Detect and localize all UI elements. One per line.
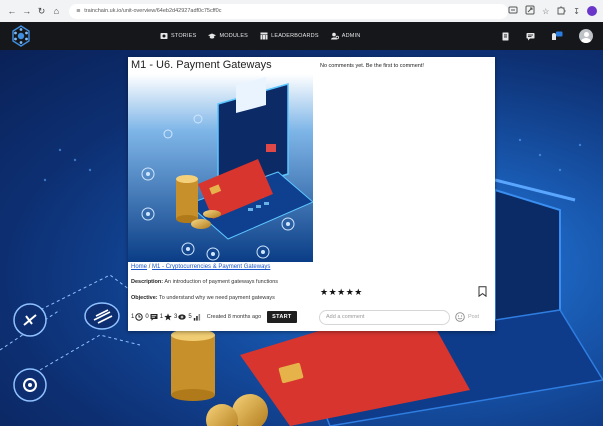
back-icon[interactable]: ← xyxy=(6,5,18,17)
ratings-stat: 1 xyxy=(160,313,172,321)
nav-stories[interactable]: STORIES xyxy=(160,32,196,40)
unit-stats: 1 0 1 3 5 Created 8 months ago START xyxy=(131,310,297,324)
unit-overview-modal: M1 - U6. Payment Gateways Home / M1 - Cr… xyxy=(128,57,495,331)
admin-icon xyxy=(330,32,339,40)
unit-hero-image xyxy=(128,74,313,262)
start-button[interactable]: START xyxy=(267,311,297,323)
app-header: STORIES MODULES LEADERBOARDS ADMIN xyxy=(0,22,603,50)
comments-panel: No comments yet. Be the first to comment… xyxy=(313,57,495,331)
bookmark-icon[interactable] xyxy=(478,286,487,297)
stories-icon xyxy=(160,33,168,39)
share-icon[interactable] xyxy=(525,5,535,17)
url-text: trainchain.uk.io/unit-overview/64eb2d429… xyxy=(84,8,222,14)
home-icon[interactable]: ⌂ xyxy=(50,5,62,17)
comment-input[interactable] xyxy=(319,309,450,325)
bookmark-star-icon[interactable]: ☆ xyxy=(542,7,549,16)
star-rating[interactable]: ★★★★★ xyxy=(320,287,363,298)
reload-icon[interactable]: ↻ xyxy=(36,5,48,17)
comment-icon xyxy=(150,314,158,321)
download-icon[interactable]: ↧ xyxy=(573,7,580,16)
level-stat: 5 xyxy=(188,313,200,321)
leaderboard-icon xyxy=(260,32,268,40)
description-label: Description: xyxy=(131,279,164,285)
emoji-icon[interactable] xyxy=(455,312,465,322)
description-text: An introduction of payment gateways func… xyxy=(164,279,279,285)
time-stat: 1 xyxy=(131,313,144,321)
chat-icon[interactable] xyxy=(526,32,535,41)
created-date: Created 8 months ago xyxy=(206,314,262,320)
nav-admin[interactable]: ADMIN xyxy=(330,32,361,40)
logo-icon[interactable] xyxy=(10,25,32,47)
comment-composer: Post xyxy=(319,309,491,325)
extensions-icon[interactable] xyxy=(556,5,566,17)
empty-comments-message: No comments yet. Be the first to comment… xyxy=(320,63,424,69)
unit-title: M1 - U6. Payment Gateways xyxy=(131,59,272,71)
site-info-icon[interactable]: ≡ xyxy=(76,8,80,15)
breadcrumb-module-link[interactable]: M1 - Cryptocurrencies & Payment Gateways xyxy=(152,264,270,270)
comments-stat: 0 xyxy=(145,313,158,321)
nav-leaderboards[interactable]: LEADERBOARDS xyxy=(260,32,319,40)
eye-icon xyxy=(178,314,187,320)
avatar[interactable] xyxy=(579,29,593,43)
browser-profile-icon[interactable] xyxy=(587,6,597,16)
unit-objective: Objective: To understand why we need pay… xyxy=(131,295,275,301)
nav-modules[interactable]: MODULES xyxy=(208,32,248,40)
install-icon[interactable] xyxy=(508,5,518,17)
objective-text: To understand why we need payment gatewa… xyxy=(159,295,275,301)
address-bar[interactable]: ≡ trainchain.uk.io/unit-overview/64eb2d4… xyxy=(69,3,509,19)
forward-icon[interactable]: → xyxy=(21,5,33,17)
clock-icon xyxy=(135,313,144,321)
objective-label: Objective: xyxy=(131,295,158,301)
unit-description: Description: An introduction of payment … xyxy=(131,279,278,285)
level-bars-icon xyxy=(193,314,200,321)
views-stat: 3 xyxy=(174,313,187,321)
browser-toolbar: ← → ↻ ⌂ ≡ trainchain.uk.io/unit-overview… xyxy=(0,0,603,22)
post-button[interactable]: Post xyxy=(468,314,479,320)
star-icon xyxy=(164,313,172,321)
breadcrumb-home-link[interactable]: Home xyxy=(131,264,147,270)
document-icon[interactable] xyxy=(501,32,510,41)
graduation-cap-icon xyxy=(208,33,217,39)
unit-info-panel: M1 - U6. Payment Gateways Home / M1 - Cr… xyxy=(128,57,313,331)
notifications-icon[interactable] xyxy=(551,31,563,41)
breadcrumb: Home / M1 - Cryptocurrencies & Payment G… xyxy=(131,264,270,270)
breadcrumb-separator: / xyxy=(148,264,151,270)
